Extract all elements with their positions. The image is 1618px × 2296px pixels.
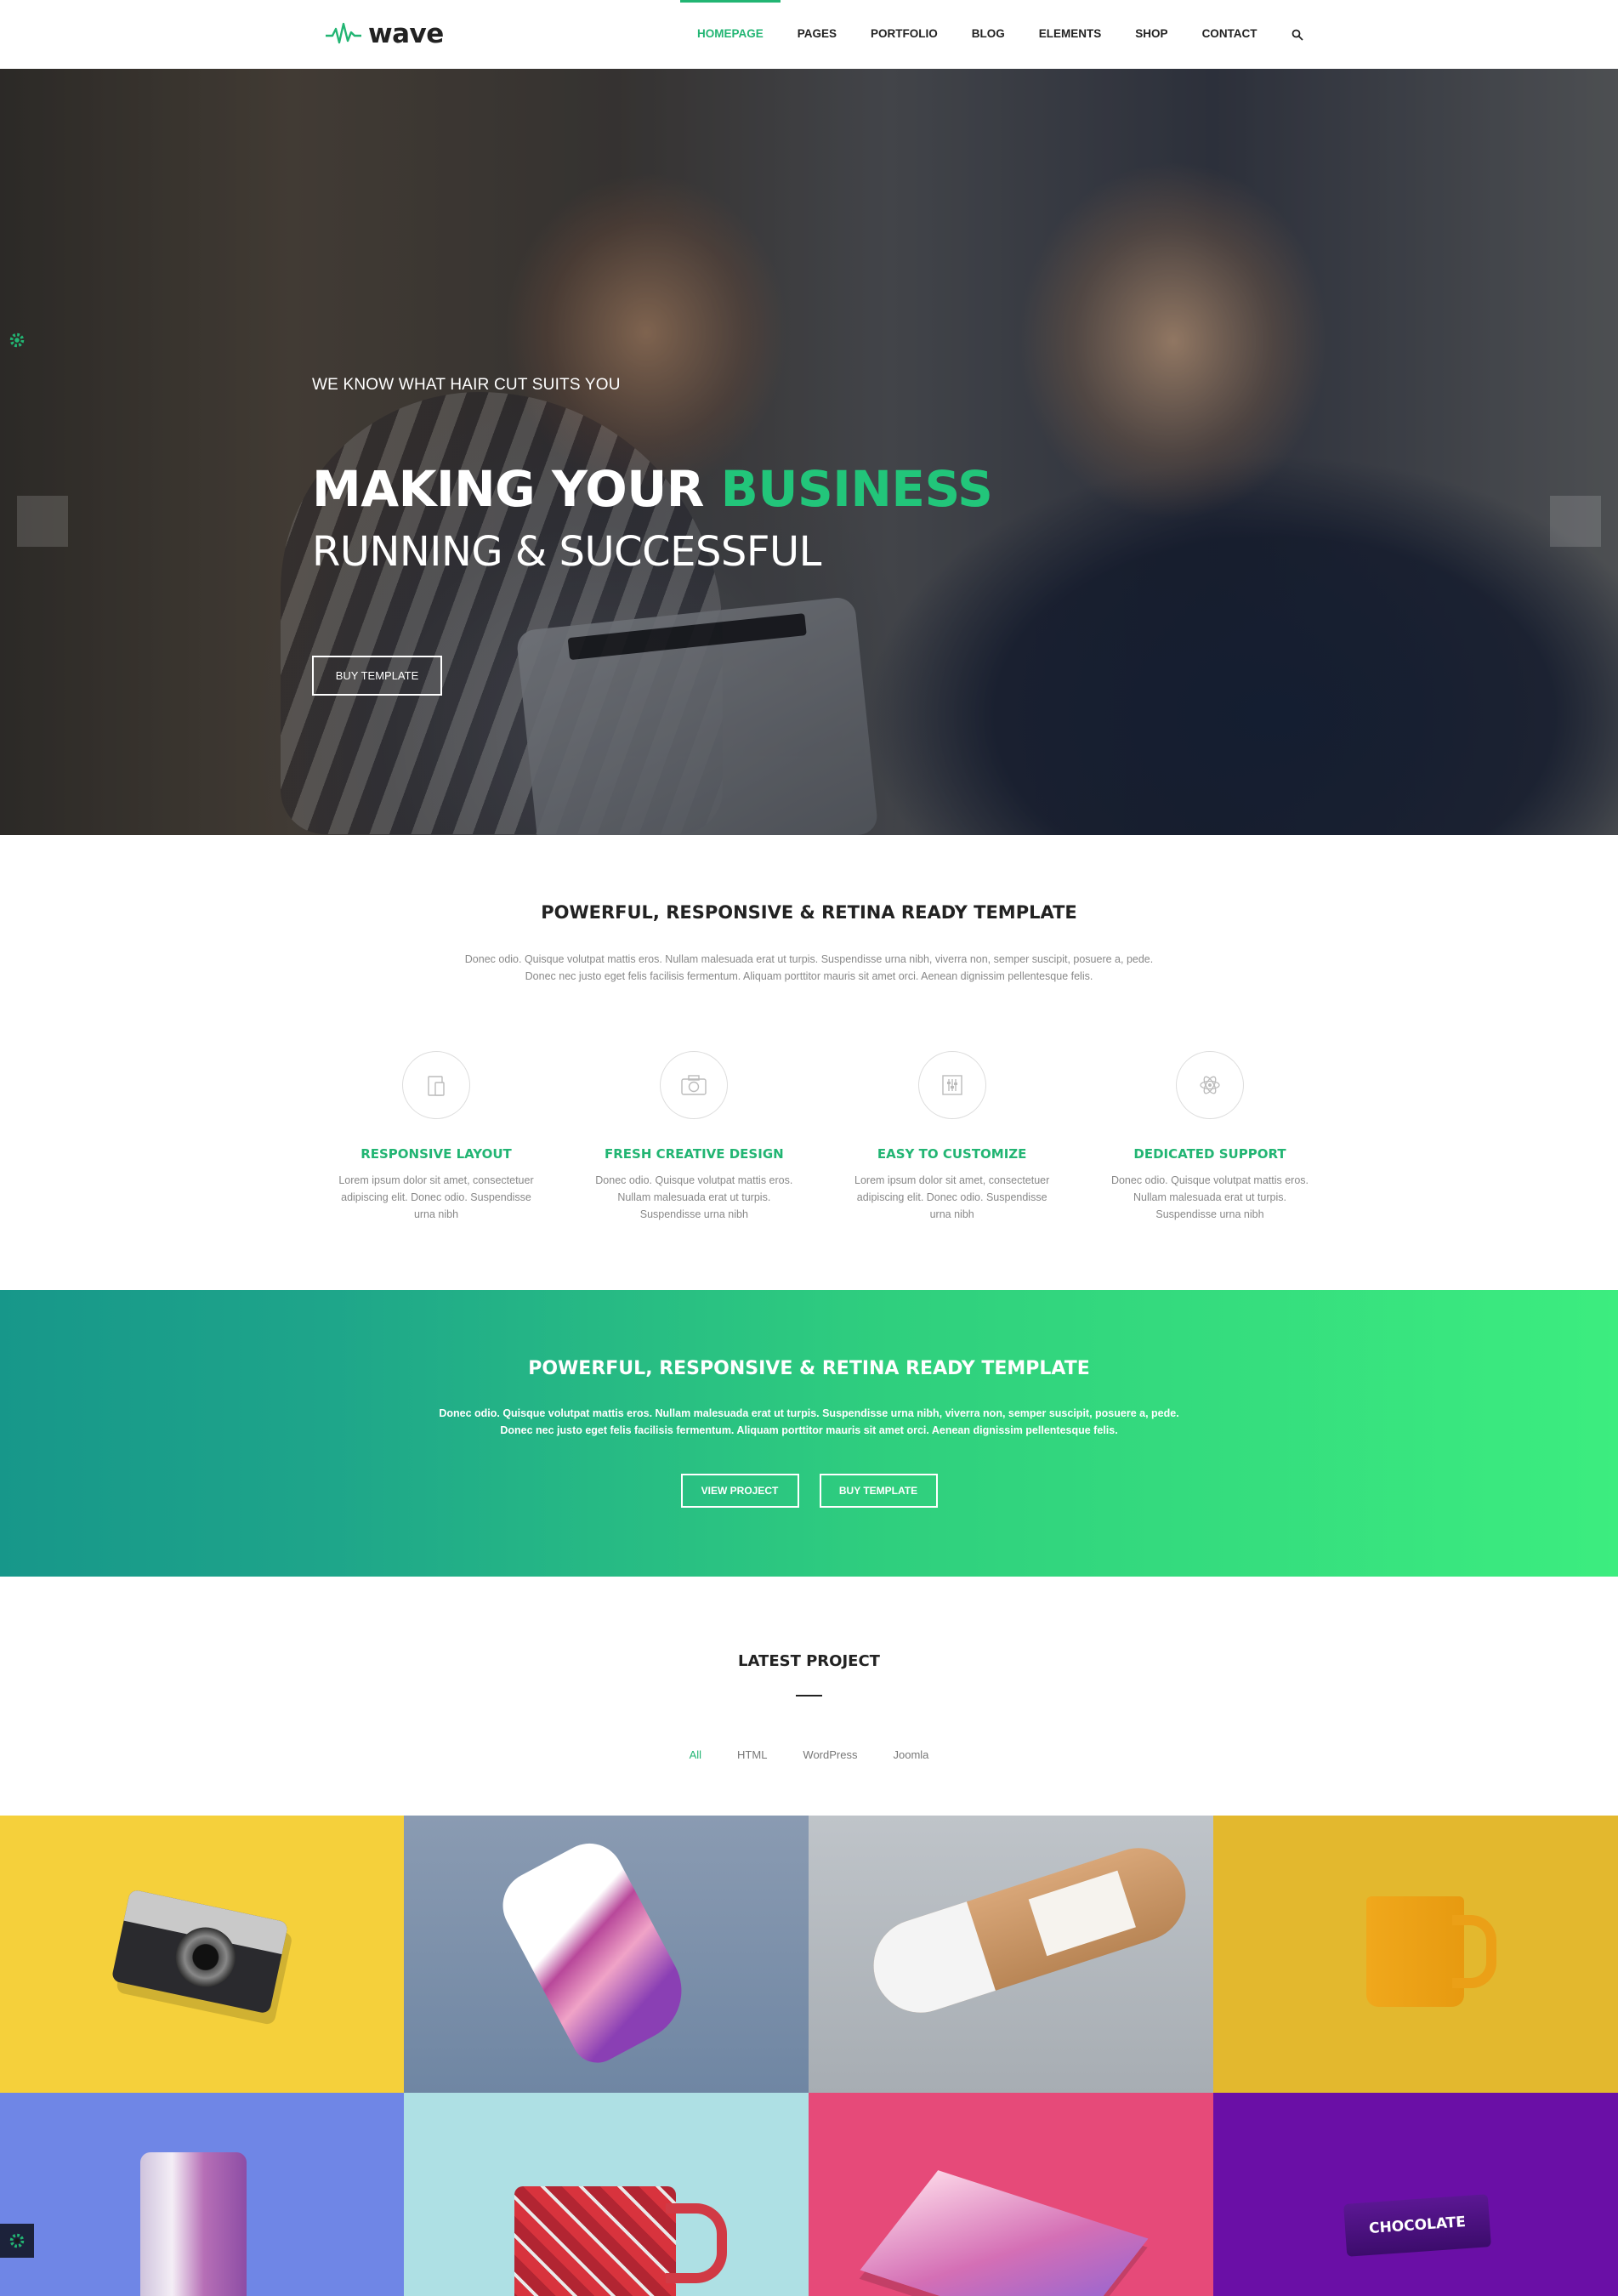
portfolio-filters: All HTML WordPress Joomla [0, 1748, 1618, 1761]
hero-kicker: WE KNOW WHAT HAIR CUT SUITS YOU [312, 376, 621, 394]
filter-all[interactable]: All [690, 1748, 701, 1761]
feature-title: RESPONSIVE LAYOUT [361, 1146, 512, 1162]
nav-elements[interactable]: ELEMENTS [1039, 0, 1102, 68]
camera-icon [660, 1051, 729, 1119]
feature-desc: Donec odio. Quisque volutpat mattis eros… [1110, 1174, 1309, 1220]
hero-subtitle: RUNNING & SUCCESSFUL [312, 528, 821, 576]
feature-title: FRESH CREATIVE DESIGN [604, 1146, 784, 1162]
feature-desc: Lorem ipsum dolor sit amet, consectetuer… [338, 1174, 534, 1220]
nav-homepage[interactable]: HOMEPAGE [680, 0, 781, 68]
filter-html[interactable]: HTML [737, 1748, 767, 1761]
cta-desc-line1: Donec odio. Quisque volutpat mattis eros… [439, 1407, 1179, 1419]
filter-wordpress[interactable]: WordPress [803, 1748, 857, 1761]
sliders-icon [917, 1051, 986, 1119]
book-image [860, 2170, 1149, 2296]
nav-portfolio[interactable]: PORTFOLIO [871, 0, 938, 68]
feature-card: EASY TO CUSTOMIZE Lorem ipsum dolor sit … [842, 1051, 1063, 1223]
intro-desc-line2: Donec nec justo eget felis facilisis fer… [525, 970, 1093, 982]
main-nav: HOMEPAGE PAGES PORTFOLIO BLOG ELEMENTS S… [680, 0, 1303, 68]
filter-joomla[interactable]: Joomla [893, 1748, 928, 1761]
mug-image [1366, 1896, 1496, 2007]
hero-buy-template-button[interactable]: BUY TEMPLATE [312, 656, 442, 696]
title-divider [796, 1695, 822, 1696]
camera-image [111, 1889, 289, 2015]
portfolio-item-book[interactable] [809, 2093, 1213, 2296]
intro-desc-line1: Donec odio. Quisque volutpat mattis eros… [464, 953, 1154, 965]
feature-card: RESPONSIVE LAYOUT Lorem ipsum dolor sit … [326, 1051, 547, 1223]
nav-pages[interactable]: PAGES [798, 0, 837, 68]
feature-card: DEDICATED SUPPORT Donec odio. Quisque vo… [1099, 1051, 1320, 1223]
chocolate-label: CHOCOLATE [1368, 2214, 1467, 2237]
cta-section: POWERFUL, RESPONSIVE & RETINA READY TEMP… [0, 1290, 1618, 1577]
hero-slider: WE KNOW WHAT HAIR CUT SUITS YOU MAKING Y… [0, 69, 1618, 835]
sock-image [491, 1831, 700, 2072]
hero-title-accent: BUSINESS [720, 460, 993, 518]
portfolio-item-paper-tube[interactable] [809, 1816, 1213, 2093]
feature-title: DEDICATED SUPPORT [1133, 1146, 1286, 1162]
settings-gear-icon[interactable] [0, 323, 34, 357]
pulse-logo-icon [326, 22, 361, 44]
atom-icon [1175, 1051, 1244, 1119]
search-icon[interactable] [1292, 28, 1303, 41]
lens [170, 1922, 241, 1993]
settings-gear-icon[interactable] [0, 2224, 34, 2258]
feature-desc: Lorem ipsum dolor sit amet, consectetuer… [854, 1174, 1050, 1220]
nav-blog[interactable]: BLOG [972, 0, 1005, 68]
intro-title: POWERFUL, RESPONSIVE & RETINA READY TEMP… [541, 902, 1077, 923]
portfolio-item-can[interactable] [0, 2093, 404, 2296]
nav-contact[interactable]: CONTACT [1202, 0, 1257, 68]
feature-desc: Donec odio. Quisque volutpat mattis eros… [595, 1174, 793, 1220]
portfolio-item-cup[interactable] [404, 2093, 809, 2296]
portfolio-item-chocolate[interactable]: CHOCOLATE [1213, 2093, 1618, 2296]
slider-prev-button[interactable] [17, 496, 68, 547]
nav-shop[interactable]: SHOP [1135, 0, 1167, 68]
hero-title-main: MAKING YOUR [312, 460, 721, 518]
cta-buttons: VIEW PROJECT BUY TEMPLATE [0, 1474, 1618, 1508]
hero-overlay [0, 69, 1618, 835]
devices-icon [402, 1051, 470, 1119]
can-image [140, 2152, 247, 2296]
feature-card: FRESH CREATIVE DESIGN Donec odio. Quisqu… [583, 1051, 804, 1223]
portfolio-item-camera[interactable] [0, 1816, 404, 2093]
tube-label [1028, 1870, 1136, 1957]
portfolio-grid: CHOCOLATE [0, 1816, 1618, 2296]
chocolate-image: CHOCOLATE [1343, 2194, 1491, 2257]
cta-desc-line2: Donec nec justo eget felis facilisis fer… [500, 1424, 1118, 1436]
portfolio-item-sock[interactable] [404, 1816, 809, 2093]
logo-text: wave [368, 19, 444, 49]
site-header: wave HOMEPAGE PAGES PORTFOLIO BLOG ELEME… [0, 0, 1618, 69]
buy-template-button[interactable]: BUY TEMPLATE [819, 1474, 938, 1508]
logo[interactable]: wave [326, 17, 444, 51]
slider-next-button[interactable] [1550, 496, 1601, 547]
paper-tube-image [861, 1835, 1198, 2026]
cta-title: POWERFUL, RESPONSIVE & RETINA READY TEMP… [528, 1358, 1090, 1379]
hero-title: MAKING YOUR BUSINESS [312, 460, 993, 518]
latest-title: LATEST PROJECT [738, 1652, 880, 1670]
feature-title: EASY TO CUSTOMIZE [877, 1146, 1027, 1162]
cup-image [514, 2186, 727, 2296]
view-project-button[interactable]: VIEW PROJECT [680, 1474, 799, 1508]
features-row: RESPONSIVE LAYOUT Lorem ipsum dolor sit … [326, 1051, 1320, 1223]
portfolio-item-mug[interactable] [1213, 1816, 1618, 2093]
